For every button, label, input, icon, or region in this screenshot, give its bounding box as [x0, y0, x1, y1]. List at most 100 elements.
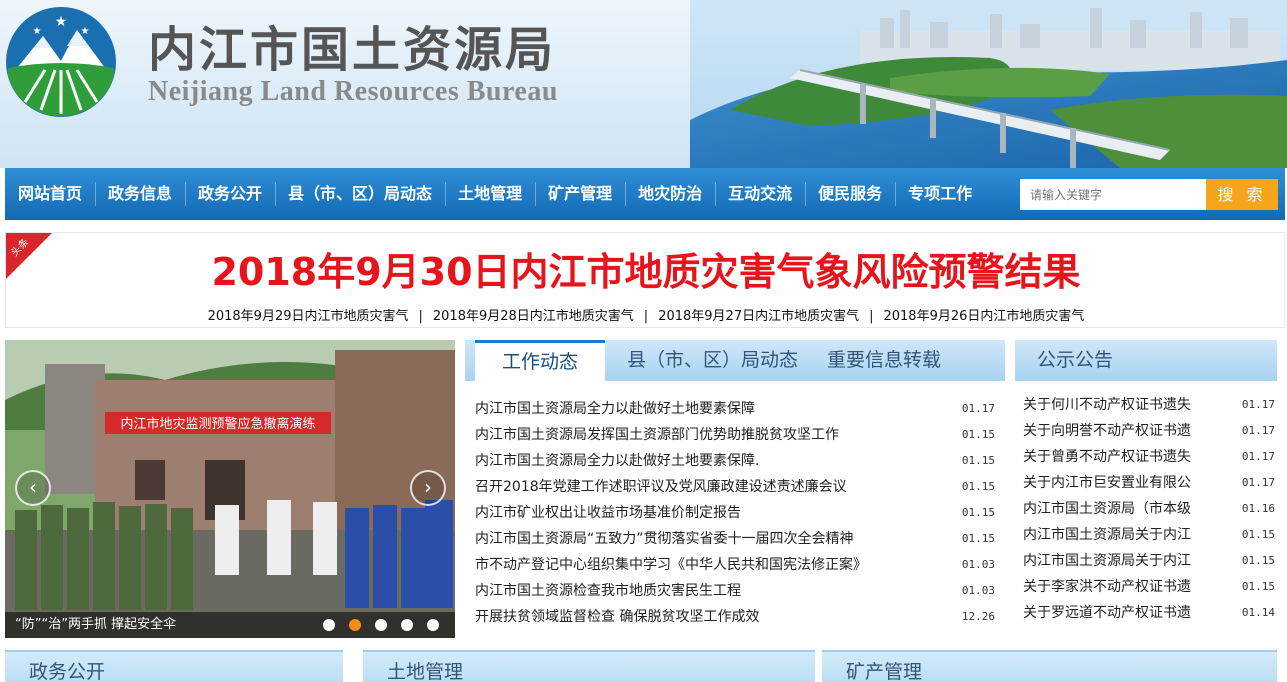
list-item[interactable]: 内江市国土资源局关于内江 01.15: [1023, 548, 1275, 574]
notice-date: 01.15: [1241, 554, 1275, 567]
news-title[interactable]: 开展扶贫领域监督检查 确保脱贫攻坚工作成效: [475, 604, 759, 630]
headline-sub-links: 2018年9月29日内江市地质灾害气 | 2018年9月28日内江市地质灾害气 | 20…: [6, 305, 1286, 324]
news-date: 01.15: [961, 506, 995, 519]
list-item[interactable]: 开展扶贫领域监督检查 确保脱贫攻坚工作成效 12.26: [475, 604, 995, 630]
main-nav: 网站首页 政务信息 政务公开 县（市、区）局动态 土地管理 矿产管理 地灾防治 …: [5, 168, 1285, 220]
list-item[interactable]: 内江市国土资源局发挥国土资源部门优势助推脱贫攻坚工作 01.15: [475, 422, 995, 448]
news-title[interactable]: 内江市国土资源局全力以赴做好土地要素保障: [475, 396, 755, 422]
list-item[interactable]: 关于何川不动产权证书遗失 01.17: [1023, 392, 1275, 418]
news-date: 01.03: [961, 558, 995, 571]
nav-item-gov-open[interactable]: 政务公开: [185, 168, 275, 220]
carousel-next-arrow-icon[interactable]: ›: [410, 470, 446, 506]
svg-text:★: ★: [81, 26, 90, 37]
notice-date: 01.17: [1241, 476, 1275, 489]
news-list: 内江市国土资源局全力以赴做好土地要素保障 01.17 内江市国土资源局发挥国土资源…: [475, 396, 995, 630]
site-title: 内江市国土资源局: [148, 22, 557, 78]
notice-date: 01.15: [1241, 528, 1275, 541]
list-item[interactable]: 内江市国土资源局“五致力”贯彻落实省委十一届四次全会精神 01.15: [475, 526, 995, 552]
list-item[interactable]: 关于李家洪不动产权证书遗 01.15: [1023, 574, 1275, 600]
nav-item-county-news[interactable]: 县（市、区）局动态: [275, 168, 445, 220]
carousel-dot[interactable]: [375, 619, 387, 631]
tab-county-news[interactable]: 县（市、区）局动态: [627, 340, 798, 381]
notice-date: 01.15: [1241, 580, 1275, 593]
news-title[interactable]: 召开2018年党建工作述职评议及党风廉政建设述责述廉会议: [475, 474, 847, 500]
notice-title[interactable]: 内江市国土资源局（市本级: [1023, 496, 1203, 522]
nav-item-land[interactable]: 土地管理: [445, 168, 535, 220]
carousel-dot[interactable]: [427, 619, 439, 631]
list-item[interactable]: 关于向明誉不动产权证书遗 01.17: [1023, 418, 1275, 444]
photo-carousel[interactable]: 内江市地灾监测预警应急撤离演练 ‹ › “防”“治”两手抓 撑起安全伞: [5, 340, 455, 638]
section-head-mineral[interactable]: 矿产管理: [822, 650, 1277, 682]
link-separator: |: [643, 309, 649, 324]
list-item[interactable]: 关于罗远道不动产权证书遗 01.14: [1023, 600, 1275, 626]
carousel-dot-active[interactable]: [349, 619, 361, 631]
search-button[interactable]: 搜 索: [1206, 179, 1278, 210]
news-date: 01.15: [961, 532, 995, 545]
headline-link[interactable]: 2018年9月27日内江市地质灾害气: [658, 309, 859, 324]
site-subtitle: Neijiang Land Resources Bureau: [148, 76, 558, 107]
news-title[interactable]: 内江市国土资源局全力以赴做好土地要素保障.: [475, 448, 759, 474]
news-title[interactable]: 市不动产登记中心组织集中学习《中华人民共和国宪法修正案》: [475, 552, 867, 578]
news-tabbar: 工作动态 县（市、区）局动态 重要信息转载: [465, 340, 1005, 381]
nav-item-disaster[interactable]: 地灾防治: [625, 168, 715, 220]
news-title[interactable]: 内江市国土资源检查我市地质灾害民生工程: [475, 578, 741, 604]
svg-text:★: ★: [55, 14, 68, 30]
notice-title[interactable]: 关于内江市巨安置业有限公: [1023, 470, 1203, 496]
list-item[interactable]: 市不动产登记中心组织集中学习《中华人民共和国宪法修正案》 01.03: [475, 552, 995, 578]
nav-item-special[interactable]: 专项工作: [895, 168, 985, 220]
list-item[interactable]: 内江市国土资源局关于内江 01.15: [1023, 522, 1275, 548]
nav-item-mineral[interactable]: 矿产管理: [535, 168, 625, 220]
headline-link[interactable]: 2018年9月29日内江市地质灾害气: [208, 309, 409, 324]
headline-link[interactable]: 2018年9月26日内江市地质灾害气: [883, 309, 1084, 324]
notice-date: 01.14: [1241, 606, 1275, 619]
headline-link[interactable]: 2018年9月28日内江市地质灾害气: [433, 309, 634, 324]
notice-title[interactable]: 关于李家洪不动产权证书遗: [1023, 574, 1203, 600]
list-item[interactable]: 内江市矿业权出让收益市场基准价制定报告 01.15: [475, 500, 995, 526]
list-item[interactable]: 召开2018年党建工作述职评议及党风廉政建设述责述廉会议 01.15: [475, 474, 995, 500]
nav-item-service[interactable]: 便民服务: [805, 168, 895, 220]
notice-date: 01.16: [1241, 502, 1275, 515]
tab-work-news[interactable]: 工作动态: [475, 340, 605, 381]
news-date: 01.15: [961, 454, 995, 467]
carousel-dot[interactable]: [323, 619, 335, 631]
svg-text:★: ★: [33, 26, 42, 37]
link-separator: |: [869, 309, 874, 324]
section-head-gov-open[interactable]: 政务公开: [5, 650, 343, 682]
carousel-prev-arrow-icon[interactable]: ‹: [15, 470, 51, 506]
notice-title[interactable]: 关于何川不动产权证书遗失: [1023, 392, 1203, 418]
list-item[interactable]: 内江市国土资源局全力以赴做好土地要素保障 01.17: [475, 396, 995, 422]
list-item[interactable]: 内江市国土资源局（市本级 01.16: [1023, 496, 1275, 522]
carousel-banner-text: 内江市地灾监测预警应急撤离演练: [120, 416, 315, 432]
search-input[interactable]: [1020, 179, 1206, 210]
news-date: 01.03: [961, 584, 995, 597]
carousel-photo: 内江市地灾监测预警应急撤离演练: [5, 340, 455, 638]
news-date: 01.15: [961, 480, 995, 493]
section-head-land[interactable]: 土地管理: [363, 650, 815, 682]
tab-important-reposts[interactable]: 重要信息转载: [827, 340, 941, 381]
list-item[interactable]: 关于内江市巨安置业有限公 01.17: [1023, 470, 1275, 496]
news-date: 12.26: [961, 610, 995, 623]
nav-item-home[interactable]: 网站首页: [5, 168, 95, 220]
list-item[interactable]: 内江市国土资源局全力以赴做好土地要素保障. 01.15: [475, 448, 995, 474]
notice-title[interactable]: 内江市国土资源局关于内江: [1023, 522, 1203, 548]
city-bridge-banner-image: [690, 0, 1287, 168]
nav-item-interaction[interactable]: 互动交流: [715, 168, 805, 220]
news-title[interactable]: 内江市国土资源局发挥国土资源部门优势助推脱贫攻坚工作: [475, 422, 839, 448]
news-title[interactable]: 内江市矿业权出让收益市场基准价制定报告: [475, 500, 741, 526]
notice-date: 01.17: [1241, 398, 1275, 411]
news-date: 01.15: [961, 428, 995, 441]
notice-heading[interactable]: 公示公告: [1015, 340, 1277, 381]
nav-item-gov-info[interactable]: 政务信息: [95, 168, 185, 220]
list-item[interactable]: 内江市国土资源检查我市地质灾害民生工程 01.03: [475, 578, 995, 604]
carousel-dot[interactable]: [401, 619, 413, 631]
notice-date: 01.17: [1241, 424, 1275, 437]
notice-title[interactable]: 内江市国土资源局关于内江: [1023, 548, 1203, 574]
news-title[interactable]: 内江市国土资源局“五致力”贯彻落实省委十一届四次全会精神: [475, 526, 854, 552]
news-date: 01.17: [961, 402, 995, 415]
notice-title[interactable]: 关于向明誉不动产权证书遗: [1023, 418, 1203, 444]
notice-title[interactable]: 关于曾勇不动产权证书遗失: [1023, 444, 1203, 470]
notice-title[interactable]: 关于罗远道不动产权证书遗: [1023, 600, 1203, 626]
list-item[interactable]: 关于曾勇不动产权证书遗失 01.17: [1023, 444, 1275, 470]
bureau-logo-icon: ★ ★ ★: [6, 7, 116, 117]
headline-title[interactable]: 2018年9月30日内江市地质灾害气象风险预警结果: [6, 241, 1286, 296]
